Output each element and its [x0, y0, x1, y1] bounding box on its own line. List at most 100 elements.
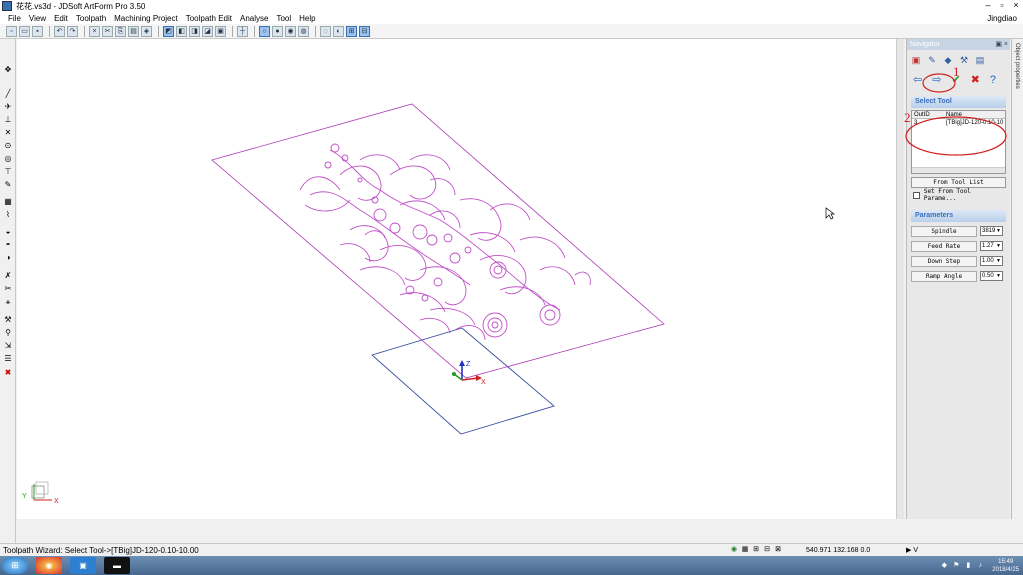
menu-tool[interactable]: Tool — [276, 14, 291, 23]
view-cube[interactable]: X Y — [22, 481, 59, 505]
maximize-icon[interactable]: ▫ — [995, 0, 1009, 12]
circle-tool-icon[interactable]: ⊙ — [3, 141, 13, 151]
parameters-heading[interactable]: Parameters — [911, 210, 1006, 222]
measure-tool-icon[interactable]: ⊤ — [3, 167, 13, 177]
chrome-icon[interactable]: ◉ — [36, 557, 62, 574]
next-arrow-icon[interactable]: ⇨ — [932, 74, 941, 86]
down-step-select[interactable]: 1.00 ▼ — [980, 256, 1003, 266]
undo-icon[interactable]: ↶ — [54, 25, 65, 37]
feed-rate-label[interactable]: Feed Rate — [911, 240, 977, 252]
tray-clock[interactable]: 15:49 2018/4/25 — [992, 558, 1019, 574]
trim-tool-icon[interactable]: ⊥ — [3, 115, 13, 125]
blend-tool-icon[interactable]: ⚹ — [3, 297, 13, 307]
table-scrollbar[interactable] — [912, 167, 1005, 173]
delete-icon[interactable]: × — [89, 25, 100, 37]
ramp-angle-label[interactable]: Ramp Angle — [911, 270, 977, 282]
tray-volume-icon[interactable]: ♪ — [976, 562, 984, 570]
spindle-select[interactable]: 3819 ▼ — [980, 226, 1003, 236]
new-file-icon[interactable]: ▫ — [6, 25, 17, 37]
menu-toolpath-edit[interactable]: Toolpath Edit — [186, 14, 232, 23]
shaded-icon[interactable]: ● — [272, 25, 283, 37]
curve-tool-icon[interactable]: ⌇ — [3, 210, 13, 220]
open-file-icon[interactable]: ▭ — [19, 25, 30, 37]
from-tool-list-button[interactable]: From Tool List — [911, 177, 1006, 188]
copy-icon[interactable]: ⎘ — [115, 25, 126, 37]
tray-network-icon[interactable]: ▮ — [964, 562, 972, 570]
front-view-icon[interactable]: ◧ — [176, 25, 187, 37]
snap-status-icon[interactable]: ◉ — [730, 546, 738, 554]
remove-tool-icon[interactable]: ✖ — [3, 368, 13, 378]
menu-edit[interactable]: Edit — [54, 14, 68, 23]
ortho-status-icon[interactable]: ⊞ — [752, 546, 760, 554]
axis-view-icon[interactable]: ┼ — [237, 25, 248, 37]
cross-tool-icon[interactable]: ✕ — [3, 128, 13, 138]
menu-file[interactable]: File — [8, 14, 21, 23]
paste-icon[interactable]: ▤ — [128, 25, 139, 37]
stamp-tool-icon[interactable]: ⚒ — [3, 315, 13, 325]
menu-analyse[interactable]: Analyse — [240, 14, 268, 23]
select-mode-icon[interactable]: ◈ — [141, 25, 152, 37]
tab-edit-icon[interactable]: ✎ — [926, 54, 938, 66]
back-arrow-icon[interactable]: ⇦ — [913, 74, 922, 86]
floral-pattern[interactable] — [299, 143, 591, 341]
set-from-tool-params-checkbox[interactable]: Set From Tool Parame... — [913, 188, 1004, 202]
material-icon[interactable]: ◍ — [298, 25, 309, 37]
relief-tool-icon[interactable]: ◑ — [3, 253, 13, 263]
tab-doc-icon[interactable]: ▤ — [974, 54, 986, 66]
scale-tool-icon[interactable]: ⇲ — [3, 341, 13, 351]
cancel-x-icon[interactable]: ✖ — [971, 74, 980, 86]
color-icon[interactable]: ◐ — [333, 25, 344, 37]
column-name[interactable]: Name — [944, 111, 1005, 118]
menu-toolpath[interactable]: Toolpath — [76, 14, 106, 23]
move-icon[interactable]: ✥ — [3, 65, 13, 75]
start-button[interactable]: ⊞ — [2, 557, 28, 574]
track-status-icon[interactable]: ⊠ — [774, 546, 782, 554]
pen-tool-icon[interactable]: ✎ — [3, 180, 13, 190]
brush-tool-icon[interactable]: ⚲ — [3, 328, 13, 338]
stock-plate-outline[interactable] — [211, 103, 665, 379]
close-icon[interactable]: × — [1009, 0, 1023, 12]
artform-app-icon[interactable]: ▣ — [70, 557, 96, 574]
object-properties-tab[interactable]: Object properties — [1011, 39, 1023, 519]
pin-icon[interactable]: ▣ × — [995, 39, 1008, 50]
redo-icon[interactable]: ↷ — [67, 25, 78, 37]
snap-icon[interactable]: ⊞ — [346, 25, 357, 37]
iso-view-icon[interactable]: ◩ — [163, 25, 174, 37]
3d-viewport[interactable]: Z X X Y — [17, 39, 1007, 519]
select-tool-heading[interactable]: Select Tool — [911, 96, 1006, 108]
ramp-angle-select[interactable]: 0.50 ▼ — [980, 271, 1003, 281]
line-tool-icon[interactable]: ╱ — [3, 89, 13, 99]
polar-status-icon[interactable]: ⊟ — [763, 546, 771, 554]
checkbox-box[interactable] — [913, 191, 920, 199]
split-tool-icon[interactable]: ✂ — [3, 284, 13, 294]
feed-rate-select[interactable]: 1.27 ▼ — [980, 241, 1003, 251]
grid-status-icon[interactable]: ▦ — [741, 546, 749, 554]
help-icon[interactable]: ? — [990, 74, 996, 86]
target-tool-icon[interactable]: ◎ — [3, 154, 13, 164]
layer-tool-icon[interactable]: ▦ — [3, 197, 13, 207]
menu-machining-project[interactable]: Machining Project — [114, 14, 178, 23]
grid-icon[interactable]: ⊟ — [359, 25, 370, 37]
top-view-icon[interactable]: ◨ — [189, 25, 200, 37]
spindle-label[interactable]: Spindle — [911, 225, 977, 237]
menu-view[interactable]: View — [29, 14, 46, 23]
box-view-icon[interactable]: ▣ — [215, 25, 226, 37]
tab-part-icon[interactable]: ▣ — [910, 54, 922, 66]
down-step-label[interactable]: Down Step — [911, 255, 977, 267]
viewport-scrollbar[interactable] — [896, 39, 904, 519]
surface-tool-icon[interactable]: ◒ — [3, 227, 13, 237]
mesh-tool-icon[interactable]: ◓ — [3, 240, 13, 250]
wireframe-icon[interactable]: ○ — [259, 25, 270, 37]
video-app-icon[interactable]: ▬ — [104, 557, 130, 574]
list-tool-icon[interactable]: ☰ — [3, 354, 13, 364]
tray-app-icon[interactable]: ◆ — [940, 562, 948, 570]
tab-tool-icon[interactable]: ⚒ — [958, 54, 970, 66]
tray-flag-icon[interactable]: ⚑ — [952, 562, 960, 570]
save-icon[interactable]: ▪ — [32, 25, 43, 37]
knife-tool-icon[interactable]: ✗ — [3, 271, 13, 281]
light-icon[interactable]: ◌ — [320, 25, 331, 37]
side-view-icon[interactable]: ◪ — [202, 25, 213, 37]
minimize-icon[interactable]: – — [981, 0, 995, 12]
table-row[interactable]: 3 [TBig]JD-120-0.10-10 — [912, 119, 1005, 127]
render-icon[interactable]: ◉ — [285, 25, 296, 37]
